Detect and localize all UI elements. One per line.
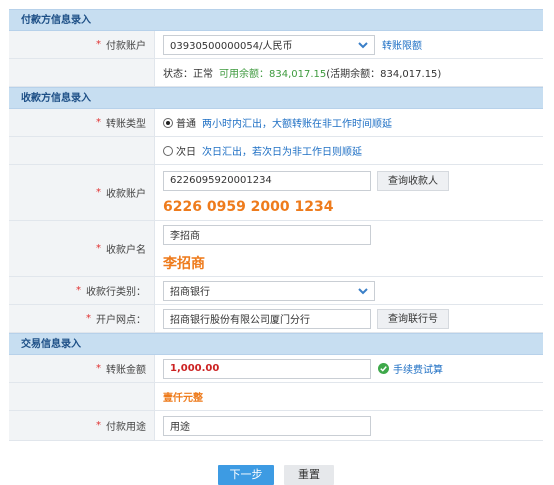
amount-row: * 转账金额 1,000.00 手续费试算 — [9, 355, 543, 383]
branch-row: * 开户网点： 招商银行股份有限公司厦门分行 查询联行号 — [9, 305, 543, 333]
payer-status-row: 状态：正常 可用余额：834,017.15 (活期余额：834,017.15) — [9, 59, 543, 87]
payee-account-label: 收款账户 — [106, 189, 146, 200]
purpose-input[interactable]: 用途 — [163, 415, 371, 436]
bank-type-selected: 招商银行 — [170, 287, 210, 298]
payee-name-enlarged: 李招商 — [163, 255, 205, 272]
required-mark: * — [76, 285, 81, 296]
amount-cn-value-cell: 壹仟元整 — [155, 383, 543, 410]
radio-normal-label[interactable]: 普通 — [176, 115, 196, 130]
fee-calc-link[interactable]: 手续费试算 — [393, 361, 443, 376]
chevron-down-icon — [358, 287, 368, 294]
payee-account-row: * 收款账户 6226095920001234 查询收款人 6226 0959 … — [9, 165, 543, 221]
check-circle-icon — [378, 363, 389, 374]
payer-account-label: 付款账户 — [106, 41, 146, 52]
payee-name-label: 收款户名 — [106, 245, 146, 256]
required-mark: * — [96, 420, 101, 431]
payee-name-label-cell: * 收款户名 — [9, 221, 155, 276]
amount-cn-row: 壹仟元整 — [9, 383, 543, 411]
transfer-type-row: * 转账类型 普通 两小时内汇出，大额转账在非工作时间顺延 — [9, 109, 543, 137]
payee-name-input[interactable]: 李招商 — [163, 224, 371, 245]
bank-type-select[interactable]: 招商银行 — [163, 280, 375, 301]
branch-label-cell: * 开户网点： — [9, 305, 155, 332]
amount-input[interactable]: 1,000.00 — [163, 358, 371, 379]
required-mark: * — [96, 243, 101, 254]
payee-account-label-cell: * 收款账户 — [9, 165, 155, 220]
transfer-limit-link[interactable]: 转账限额 — [382, 37, 422, 52]
required-mark: * — [96, 187, 101, 198]
payee-name-row: * 收款户名 李招商 李招商 — [9, 221, 543, 277]
query-branch-button[interactable]: 查询联行号 — [377, 308, 449, 329]
form-footer: 下一步 重置 — [0, 461, 554, 485]
payee-name-value-cell: 李招商 李招商 — [155, 221, 543, 276]
query-payee-button[interactable]: 查询收款人 — [377, 170, 449, 191]
section-trade-header: 交易信息录入 — [9, 333, 543, 355]
purpose-label-cell: * 付款用途 — [9, 411, 155, 440]
radio-dot-icon — [166, 120, 170, 125]
payee-account-input[interactable]: 6226095920001234 — [163, 170, 371, 191]
amount-cn-label-cell — [9, 383, 155, 410]
branch-value-cell: 招商银行股份有限公司厦门分行 查询联行号 — [155, 305, 543, 332]
bank-type-label-cell: * 收款行类别： — [9, 277, 155, 304]
payer-account-selected: 03930500000054/人民币 — [170, 41, 293, 52]
payee-account-enlarged: 6226 0959 2000 1234 — [163, 198, 334, 215]
transfer-type-label: 转账类型 — [106, 119, 146, 130]
available-balance: 可用余额：834,017.15 — [219, 69, 327, 80]
transfer-type-label-cell: * 转账类型 — [9, 109, 155, 136]
purpose-value-cell: 用途 — [155, 411, 543, 440]
amount-value-cell: 1,000.00 手续费试算 — [155, 355, 543, 382]
required-mark: * — [96, 39, 101, 50]
amount-in-words: 壹仟元整 — [163, 393, 203, 404]
transfer-form: 付款方信息录入 * 付款账户 03930500000054/人民币 转账限额 状… — [9, 9, 543, 441]
payer-account-row: * 付款账户 03930500000054/人民币 转账限额 — [9, 31, 543, 59]
section-payer-header: 付款方信息录入 — [9, 9, 543, 31]
purpose-label: 付款用途 — [106, 422, 146, 433]
section-payee-header: 收款方信息录入 — [9, 87, 543, 109]
payer-account-select[interactable]: 03930500000054/人民币 — [163, 34, 375, 55]
transfer-type-value-cell: 普通 两小时内汇出，大额转账在非工作时间顺延 — [155, 109, 543, 136]
transfer-nextday-value-cell: 次日 次日汇出，若次日为非工作日则顺延 — [155, 137, 543, 164]
transfer-nextday-row: 次日 次日汇出，若次日为非工作日则顺延 — [9, 137, 543, 165]
branch-input[interactable]: 招商银行股份有限公司厦门分行 — [163, 308, 371, 329]
reset-button[interactable]: 重置 — [284, 465, 334, 485]
radio-normal-checked[interactable] — [163, 117, 173, 128]
payer-status-value-cell: 状态：正常 可用余额：834,017.15 (活期余额：834,017.15) — [155, 59, 543, 86]
bank-type-label: 收款行类别： — [86, 287, 146, 298]
payer-status-label-cell — [9, 59, 155, 86]
required-mark: * — [86, 313, 91, 324]
transfer-nextday-label-cell — [9, 137, 155, 164]
radio-nextday-note: 次日汇出，若次日为非工作日则顺延 — [202, 147, 362, 158]
purpose-row: * 付款用途 用途 — [9, 411, 543, 441]
branch-label: 开户网点： — [96, 315, 146, 326]
current-balance: (活期余额：834,017.15) — [326, 69, 442, 80]
radio-normal-note: 两小时内汇出，大额转账在非工作时间顺延 — [202, 119, 392, 130]
radio-nextday-label[interactable]: 次日 — [176, 143, 196, 158]
amount-label-cell: * 转账金额 — [9, 355, 155, 382]
required-mark: * — [96, 363, 101, 374]
account-status-text: 状态：正常 — [163, 69, 213, 80]
amount-label: 转账金额 — [106, 365, 146, 376]
radio-nextday[interactable] — [163, 145, 173, 156]
chevron-down-icon — [358, 41, 368, 48]
bank-type-value-cell: 招商银行 — [155, 277, 543, 304]
payer-account-value-cell: 03930500000054/人民币 转账限额 — [155, 31, 543, 58]
payee-account-input-group: 6226095920001234 查询收款人 — [163, 170, 449, 191]
bank-type-row: * 收款行类别： 招商银行 — [9, 277, 543, 305]
required-mark: * — [96, 117, 101, 128]
payer-account-label-cell: * 付款账户 — [9, 31, 155, 58]
payee-account-value-cell: 6226095920001234 查询收款人 6226 0959 2000 12… — [155, 165, 543, 220]
next-step-button[interactable]: 下一步 — [218, 465, 274, 485]
